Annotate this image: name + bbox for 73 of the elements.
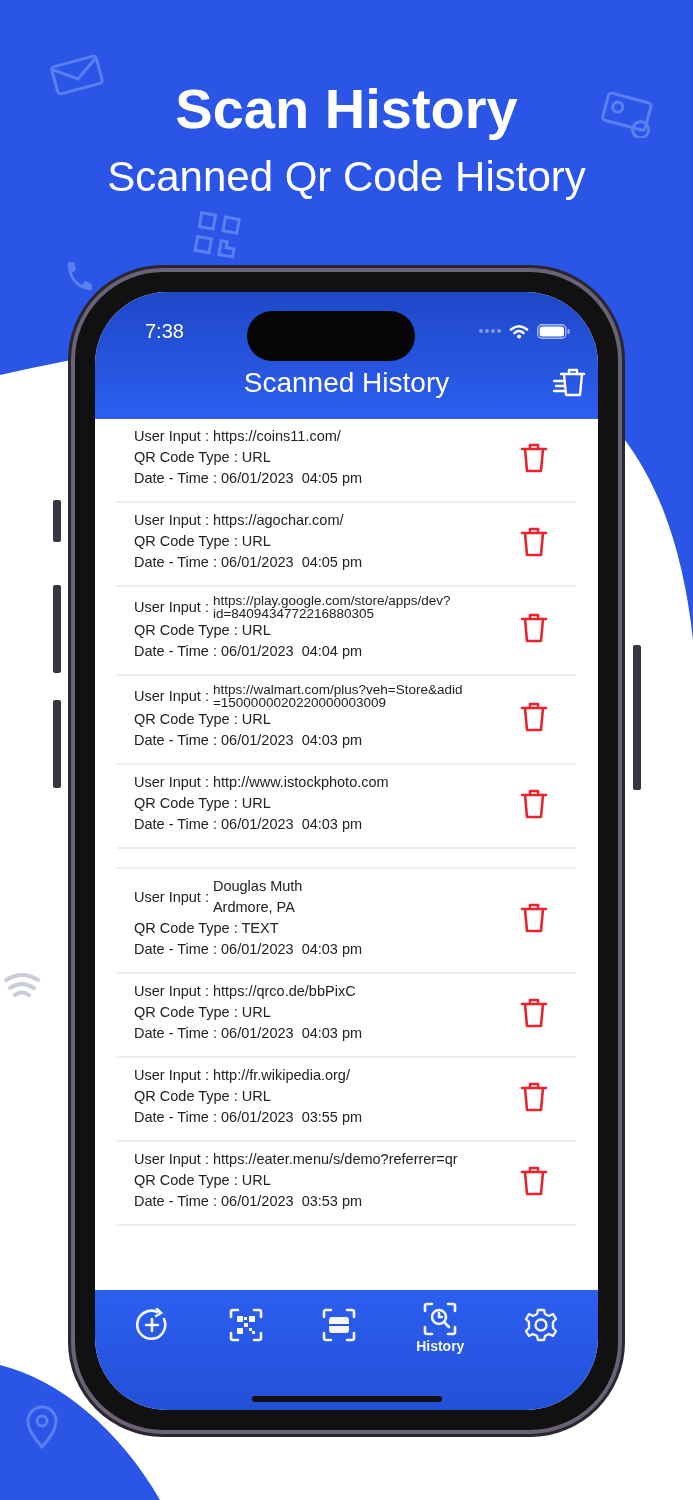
trash-icon bbox=[520, 788, 548, 819]
add-circle-icon bbox=[134, 1308, 169, 1342]
trash-icon bbox=[520, 997, 548, 1028]
trash-icon bbox=[520, 1081, 548, 1112]
qr-code-type: QR Code Type : URL bbox=[134, 621, 272, 640]
location-pin-icon bbox=[24, 1405, 60, 1451]
trash-icon bbox=[520, 613, 548, 643]
user-input-value: https://agochar.com/ bbox=[212, 511, 344, 530]
qr-code-icon bbox=[192, 210, 244, 262]
field-label: User Input : bbox=[134, 686, 209, 706]
delete-button[interactable] bbox=[520, 613, 548, 643]
promo-subtitle: Scanned Qr Code History bbox=[107, 152, 586, 202]
user-input-value: Douglas Muth Ardmore, PA bbox=[212, 877, 303, 917]
field-label: User Input : bbox=[134, 511, 209, 530]
date-time: Date - Time : 06/01/2023 04:05 pm bbox=[134, 469, 364, 488]
user-input-value: https://eater.menu/s/demo?referrer=qr bbox=[212, 1150, 458, 1169]
qr-code-type: QR Code Type : TEXT bbox=[134, 919, 280, 938]
user-input-value: https://coins11.com/ bbox=[212, 427, 341, 446]
trash-icon bbox=[520, 903, 548, 933]
wifi-icon bbox=[509, 323, 529, 339]
field-label: User Input : bbox=[134, 887, 209, 907]
date-time: Date - Time : 06/01/2023 04:03 pm bbox=[134, 815, 364, 834]
date-time: Date - Time : 06/01/2023 04:05 pm bbox=[134, 553, 364, 572]
trash-icon bbox=[520, 526, 548, 557]
qr-code-icon bbox=[228, 1308, 263, 1342]
user-input-value: https://qrco.de/bbPixC bbox=[212, 982, 356, 1001]
field-label: User Input : bbox=[134, 1150, 209, 1169]
scan-icon bbox=[322, 1308, 357, 1342]
envelope-icon bbox=[50, 55, 104, 95]
delete-button[interactable] bbox=[520, 788, 548, 819]
promo-title: Scan History bbox=[175, 76, 518, 142]
status-time: 7:38 bbox=[145, 319, 184, 343]
delete-button[interactable] bbox=[520, 1081, 548, 1112]
qr-code-type: QR Code Type : URL bbox=[134, 1087, 272, 1106]
trash-icon bbox=[520, 442, 548, 473]
date-time: Date - Time : 06/01/2023 04:03 pm bbox=[134, 731, 364, 750]
qr-code-type: QR Code Type : URL bbox=[134, 794, 272, 813]
user-input-value: http://fr.wikipedia.org/ bbox=[212, 1066, 350, 1085]
date-time: Date - Time : 06/01/2023 04:03 pm bbox=[134, 940, 364, 959]
date-time: Date - Time : 06/01/2023 03:53 pm bbox=[134, 1192, 364, 1211]
field-label: User Input : bbox=[134, 1066, 209, 1085]
date-time: Date - Time : 06/01/2023 03:55 pm bbox=[134, 1108, 364, 1127]
id-card-icon bbox=[600, 92, 656, 138]
tab[interactable]: History bbox=[412, 1302, 469, 1360]
delete-button[interactable] bbox=[520, 442, 548, 473]
field-label: User Input : bbox=[134, 597, 209, 617]
qr-code-type: QR Code Type : URL bbox=[134, 1003, 272, 1022]
date-time: Date - Time : 06/01/2023 04:03 pm bbox=[134, 1024, 364, 1043]
settings-icon bbox=[524, 1308, 559, 1342]
date-time: Date - Time : 06/01/2023 04:04 pm bbox=[134, 642, 364, 661]
history-search-icon bbox=[423, 1302, 458, 1336]
signal-icon bbox=[479, 329, 501, 333]
user-input-value: http://www.istockphoto.com bbox=[212, 773, 389, 792]
field-label: User Input : bbox=[134, 773, 209, 792]
qr-code-type: QR Code Type : URL bbox=[134, 1171, 272, 1190]
qr-code-type: QR Code Type : URL bbox=[134, 532, 272, 551]
qr-code-type: QR Code Type : URL bbox=[134, 710, 272, 729]
battery-icon bbox=[537, 323, 570, 339]
delete-button[interactable] bbox=[520, 526, 548, 557]
delete-button[interactable] bbox=[520, 997, 548, 1028]
field-label: User Input : bbox=[134, 427, 209, 446]
clear-all-button[interactable] bbox=[552, 367, 586, 397]
delete-button[interactable] bbox=[520, 1165, 548, 1196]
field-label: User Input : bbox=[134, 982, 209, 1001]
delete-button[interactable] bbox=[520, 903, 548, 933]
trash-icon bbox=[552, 367, 586, 397]
trash-icon bbox=[520, 1165, 548, 1196]
qr-code-type: QR Code Type : URL bbox=[134, 448, 272, 467]
user-input-value: https://play.google.com/store/apps/dev? id=8409434772216880305 bbox=[212, 594, 451, 620]
trash-icon bbox=[520, 702, 548, 732]
screen-title: Scanned History bbox=[243, 367, 450, 399]
delete-button[interactable] bbox=[520, 702, 548, 732]
user-input-value: https://walmart.com/plus?veh=Store&adid =1500000020220000003009 bbox=[212, 683, 463, 709]
